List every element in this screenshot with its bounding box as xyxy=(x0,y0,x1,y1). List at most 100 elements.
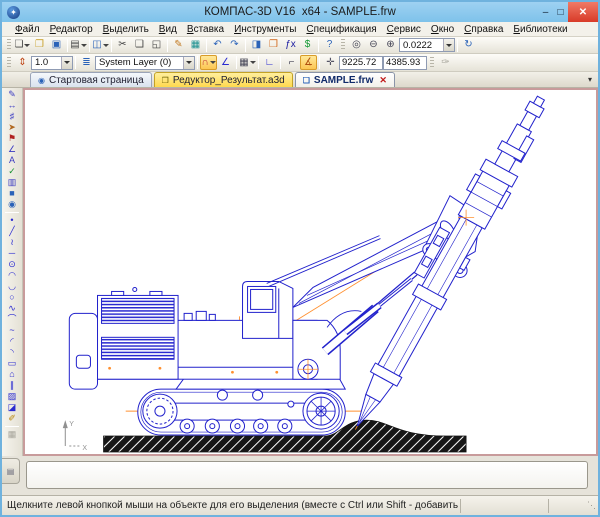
tool-dimensions[interactable]: ↔ xyxy=(3,100,22,111)
dropdown-arrow-icon[interactable] xyxy=(250,61,256,64)
zoom-window-button[interactable]: ◎ xyxy=(348,38,365,53)
tool-fillet[interactable]: ◜ xyxy=(3,336,22,347)
tool-bezier[interactable]: ⌒ xyxy=(3,314,22,325)
zoom-out-button[interactable]: ⊖ xyxy=(365,38,382,53)
ole-table-button[interactable]: ▦ xyxy=(187,38,204,53)
menu-item[interactable]: Окно xyxy=(426,24,459,35)
tool-parameterization[interactable]: ⚑ xyxy=(3,133,22,144)
context-help-button[interactable]: ? xyxy=(321,38,338,53)
document-manager-button[interactable]: ◨ xyxy=(248,38,265,53)
title-bar[interactable]: ✦ КОМПАС-3D V16 x64 - SAMPLE.frw – □ ✕ xyxy=(2,2,598,22)
dropdown-arrow-icon[interactable] xyxy=(81,44,87,47)
combo-arrow-icon[interactable] xyxy=(61,57,72,69)
save-button[interactable]: ▣ xyxy=(48,38,65,53)
snap-magnet-toggle[interactable]: ∩ xyxy=(200,55,217,70)
tool-fill[interactable]: ✐ xyxy=(3,413,22,424)
drawing-canvas[interactable]: Y X xyxy=(23,88,598,456)
angle-snap-button[interactable]: ∠ xyxy=(217,55,234,70)
tool-chamfer[interactable]: ◝ xyxy=(3,347,22,358)
tool-specification[interactable]: ▥ xyxy=(3,177,22,188)
toolbar-grip[interactable] xyxy=(7,39,11,51)
toolbar-grip[interactable] xyxy=(430,57,434,69)
menu-item[interactable]: Файл xyxy=(10,24,45,35)
tab-start-page[interactable]: ◉ Стартовая страница xyxy=(30,72,152,87)
zoom-in-button[interactable]: ⊕ xyxy=(382,38,399,53)
menu-item[interactable]: Выделить xyxy=(98,24,154,35)
tool-check[interactable]: ✓ xyxy=(3,166,22,177)
tab-reduktor-rezultat[interactable]: ❒ Редуктор_Результат.a3d xyxy=(154,72,293,87)
tool-point[interactable]: • xyxy=(3,215,22,226)
toolbar-grip[interactable] xyxy=(341,39,345,51)
tool-collect-contour[interactable]: ◪ xyxy=(3,402,22,413)
redo-button[interactable]: ↷ xyxy=(226,38,243,53)
menu-item[interactable]: Сервис xyxy=(382,24,426,35)
local-cs-button[interactable]: ∟ xyxy=(261,55,278,70)
maximize-button[interactable]: □ xyxy=(553,2,568,22)
tool-circle[interactable]: ⊙ xyxy=(3,259,22,270)
combo-arrow-icon[interactable] xyxy=(443,39,454,51)
tab-sample-frw[interactable]: ❏ SAMPLE.frw ✕ xyxy=(295,72,395,87)
menu-item[interactable]: Вставка xyxy=(182,24,229,35)
tool-polygon[interactable]: ⌂ xyxy=(3,369,22,380)
resize-grip-icon[interactable]: ⋱ xyxy=(584,500,598,511)
layer-combo[interactable]: System Layer (0) xyxy=(95,56,195,70)
round-values-toggle[interactable]: ∡ xyxy=(300,55,317,70)
tool-ellipse[interactable]: ○ xyxy=(3,292,22,303)
tool-rectangle[interactable]: ▭ xyxy=(3,358,22,369)
new-document-button[interactable]: ❏ xyxy=(14,38,31,53)
tab-close-icon[interactable]: ✕ xyxy=(379,75,387,86)
paste-button[interactable]: ◱ xyxy=(148,38,165,53)
tool-spline[interactable]: ∿ xyxy=(3,303,22,314)
toolbar-grip[interactable] xyxy=(7,57,11,69)
copy-properties-button[interactable]: ✎ xyxy=(170,38,187,53)
print-preview-button[interactable]: ◫ xyxy=(92,38,109,53)
property-bar-grip[interactable]: ▤ xyxy=(2,458,20,484)
tool-editing[interactable]: ➤ xyxy=(3,122,22,133)
open-document-button[interactable]: ❐ xyxy=(31,38,48,53)
tool-arc-by-points[interactable]: ◡ xyxy=(3,281,22,292)
menu-item[interactable]: Библиотеки xyxy=(508,24,572,35)
coordinate-y-field[interactable] xyxy=(383,56,427,70)
menu-item[interactable]: Спецификация xyxy=(301,24,381,35)
tool-segment[interactable]: ╱ xyxy=(3,226,22,237)
close-button[interactable]: ✕ xyxy=(568,2,598,22)
tool-measurement[interactable]: ∠ xyxy=(3,144,22,155)
copy-button[interactable]: ❑ xyxy=(131,38,148,53)
cursor-step-combo[interactable]: 1.0 xyxy=(31,56,73,70)
tab-overflow-icon[interactable]: ▾ xyxy=(588,75,592,84)
zoom-scale-combo[interactable]: 0.0222 xyxy=(399,38,455,52)
dropdown-arrow-icon[interactable] xyxy=(103,44,109,47)
menu-item[interactable]: Редактор xyxy=(45,24,98,35)
minimize-button[interactable]: – xyxy=(538,2,553,22)
ortho-drawing-button[interactable]: ⌐ xyxy=(283,55,300,70)
cad-drawing[interactable]: Y X xyxy=(25,90,596,454)
library-manager-button[interactable]: ❒ xyxy=(265,38,282,53)
undo-button[interactable]: ↶ xyxy=(209,38,226,53)
layers-icon[interactable]: ≣ xyxy=(78,55,95,70)
coordinate-x-field[interactable] xyxy=(339,56,383,70)
tool-view[interactable]: ■ xyxy=(3,188,22,199)
grid-toggle[interactable]: ▦ xyxy=(239,55,256,70)
tool-continuous-input[interactable]: ~ xyxy=(3,325,22,336)
tool-text[interactable]: A xyxy=(3,155,22,166)
tool-parallel-lines[interactable]: ∥ xyxy=(3,380,22,391)
menu-item[interactable]: Вид xyxy=(154,24,182,35)
dropdown-arrow-icon[interactable] xyxy=(24,44,30,47)
variables-button[interactable]: $ xyxy=(299,38,316,53)
tool-arc[interactable]: ◠ xyxy=(3,270,22,281)
menu-item[interactable]: Инструменты xyxy=(229,24,301,35)
fx-window-button[interactable]: ƒx xyxy=(282,38,299,53)
tool-hatch[interactable]: ▨ xyxy=(3,391,22,402)
refresh-view-button[interactable]: ↻ xyxy=(460,38,477,53)
tool-auxiliary-line[interactable]: ─ xyxy=(3,248,22,259)
cut-button[interactable]: ✂ xyxy=(114,38,131,53)
combo-arrow-icon[interactable] xyxy=(183,57,194,69)
property-bar-panel[interactable] xyxy=(26,461,588,489)
print-button[interactable]: ▤ xyxy=(70,38,87,53)
menu-item[interactable]: Справка xyxy=(459,24,508,35)
tool-insert[interactable]: ◉ xyxy=(3,199,22,210)
tool-designations[interactable]: ♯ xyxy=(3,111,22,122)
tool-polyline[interactable]: ≀ xyxy=(3,237,22,248)
dropdown-arrow-icon[interactable] xyxy=(210,61,216,64)
tool-geometry[interactable]: ✎ xyxy=(3,89,22,100)
